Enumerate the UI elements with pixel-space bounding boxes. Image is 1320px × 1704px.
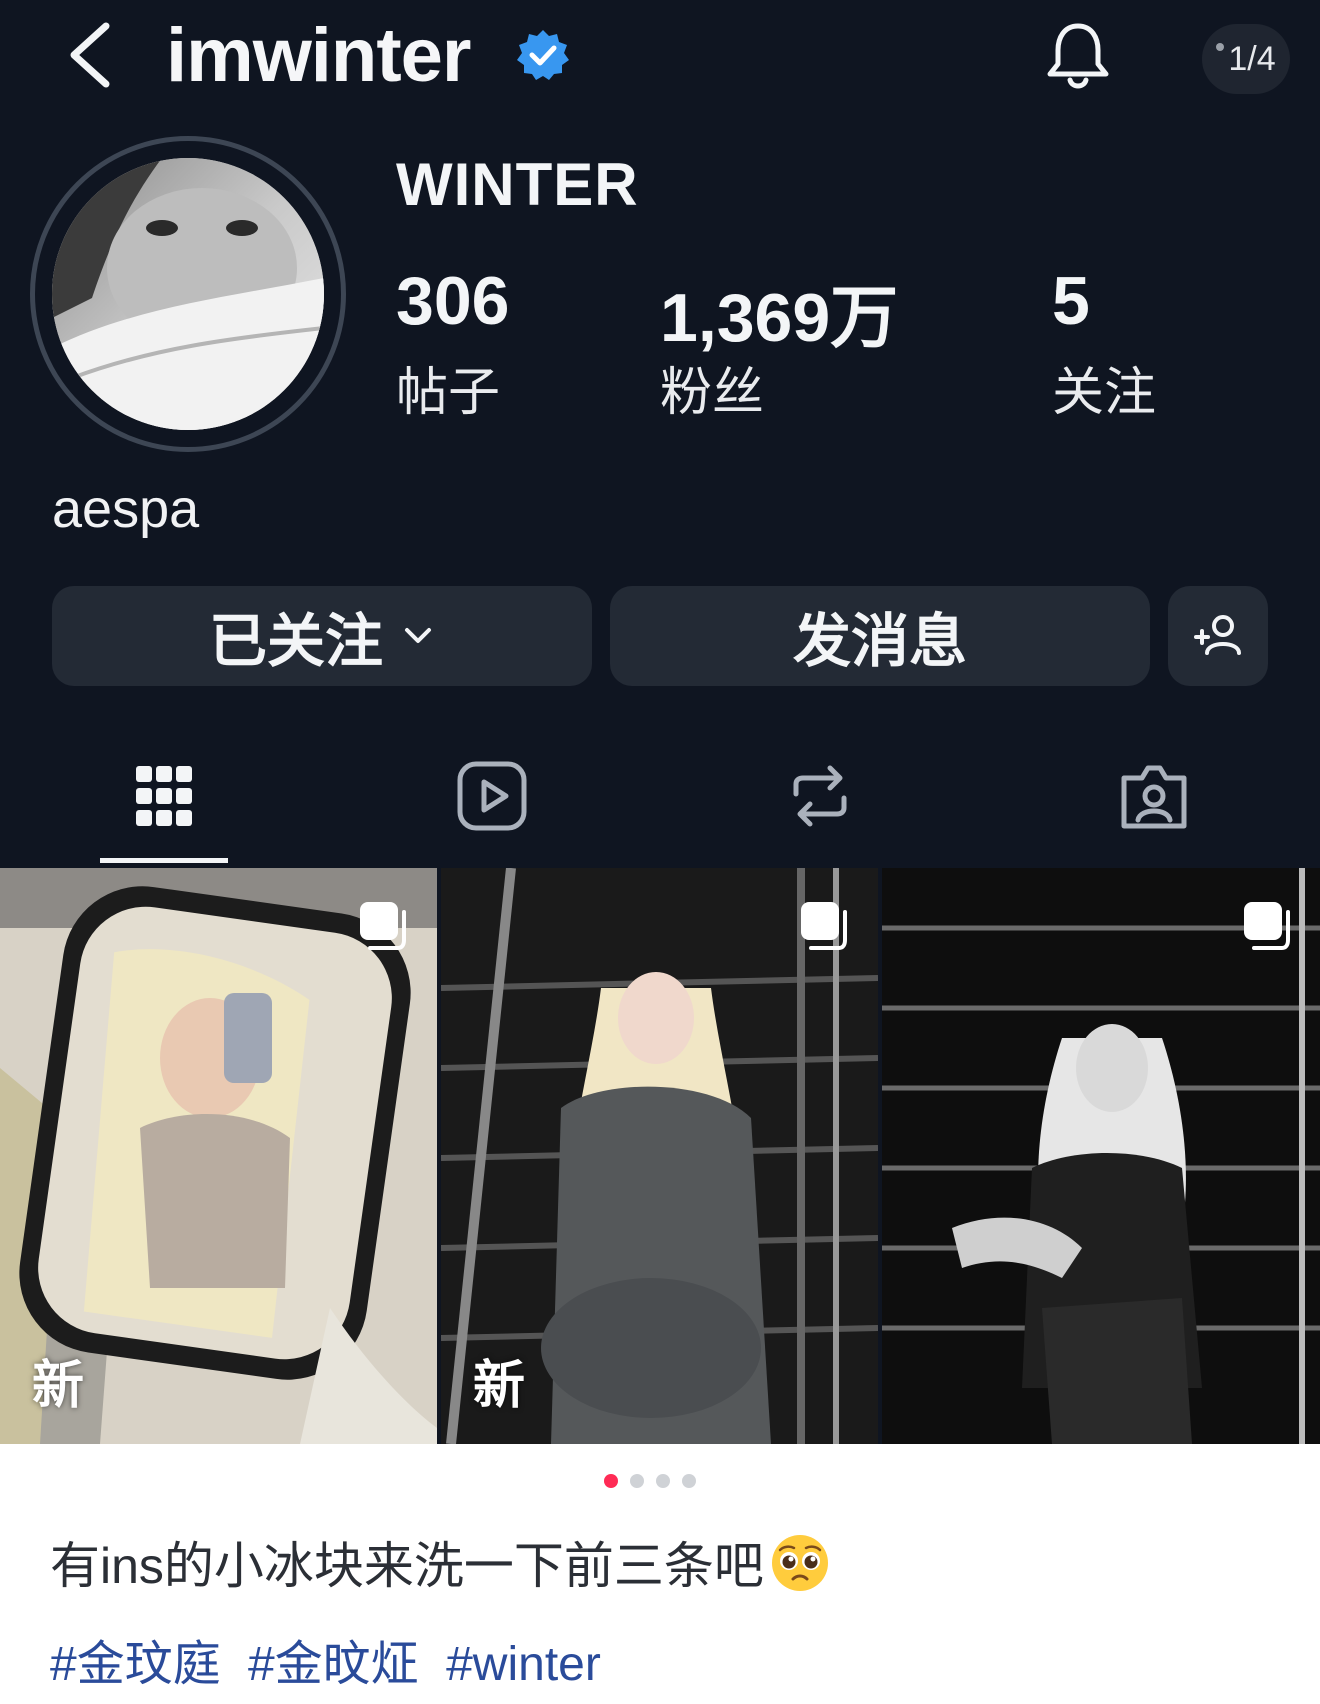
reels-icon[interactable] bbox=[452, 756, 532, 836]
message-button[interactable]: 发消息 bbox=[610, 586, 1150, 686]
post-thumbnail-3[interactable] bbox=[882, 868, 1320, 1444]
suggest-people-button[interactable] bbox=[1168, 586, 1268, 686]
carousel-dot-active bbox=[604, 1474, 618, 1488]
followers-label[interactable]: 粉丝 bbox=[660, 350, 764, 425]
message-button-label: 发消息 bbox=[792, 609, 967, 674]
profile-screen: imwinter 1/4 WINTER 306 帖子 1,369万 粉丝 5 关… bbox=[0, 0, 1320, 1444]
hashtag-link[interactable]: #金玟庭 bbox=[50, 1638, 221, 1691]
post-photo-3 bbox=[882, 868, 1320, 1444]
active-tab-indicator bbox=[100, 858, 228, 863]
hashtag-link[interactable]: #winter bbox=[446, 1638, 601, 1691]
posts-label[interactable]: 帖子 bbox=[396, 350, 500, 425]
profile-bio: aespa bbox=[52, 479, 200, 539]
multiple-photos-icon bbox=[801, 902, 847, 950]
hashtags: #金玟庭 #金旼炡 #winter bbox=[50, 1624, 615, 1694]
carousel-dot bbox=[656, 1474, 670, 1488]
following-button-label: 已关注 bbox=[208, 609, 383, 674]
page-counter: 1/4 bbox=[1202, 24, 1290, 94]
posts-grid-icon[interactable] bbox=[124, 756, 204, 836]
chevron-down-icon bbox=[405, 628, 431, 643]
post-thumbnail-2[interactable]: 新 bbox=[441, 868, 878, 1444]
multiple-photos-icon bbox=[1244, 902, 1290, 950]
verified-badge-icon bbox=[517, 30, 569, 80]
new-post-badge: 新 bbox=[32, 1357, 85, 1415]
following-count[interactable]: 5 bbox=[1052, 262, 1090, 340]
multiple-photos-icon bbox=[360, 902, 406, 950]
hashtag-link[interactable]: #金旼炡 bbox=[248, 1638, 419, 1691]
display-name: WINTER bbox=[396, 151, 639, 218]
tagged-icon[interactable] bbox=[1114, 756, 1194, 836]
profile-username: imwinter bbox=[166, 13, 471, 98]
followers-count[interactable]: 1,369万 bbox=[660, 262, 898, 361]
pager-dot bbox=[1216, 43, 1225, 52]
notification-bell-icon[interactable] bbox=[1040, 18, 1116, 94]
following-label[interactable]: 关注 bbox=[1052, 350, 1156, 425]
new-post-badge: 新 bbox=[473, 1357, 526, 1415]
following-button[interactable]: 已关注 bbox=[52, 586, 592, 686]
back-arrow-icon[interactable] bbox=[62, 20, 122, 90]
add-person-icon bbox=[1194, 615, 1241, 655]
avatar-photo bbox=[52, 158, 324, 430]
carousel-indicator bbox=[604, 1474, 696, 1488]
caption-text: 有ins的小冰块来洗一下前三条吧 bbox=[50, 1538, 764, 1594]
carousel-dot bbox=[682, 1474, 696, 1488]
carousel-dot bbox=[630, 1474, 644, 1488]
page-counter-text: 1/4 bbox=[1228, 40, 1276, 78]
reposts-icon[interactable] bbox=[780, 756, 860, 836]
pleading-face-emoji bbox=[771, 1535, 828, 1591]
posts-count[interactable]: 306 bbox=[396, 262, 509, 340]
post-caption: 有ins的小冰块来洗一下前三条吧 bbox=[50, 1526, 830, 1598]
avatar[interactable] bbox=[52, 158, 324, 430]
post-thumbnail-1[interactable]: 新 bbox=[0, 868, 437, 1444]
posts-grid: 新 新 bbox=[0, 868, 1320, 1444]
